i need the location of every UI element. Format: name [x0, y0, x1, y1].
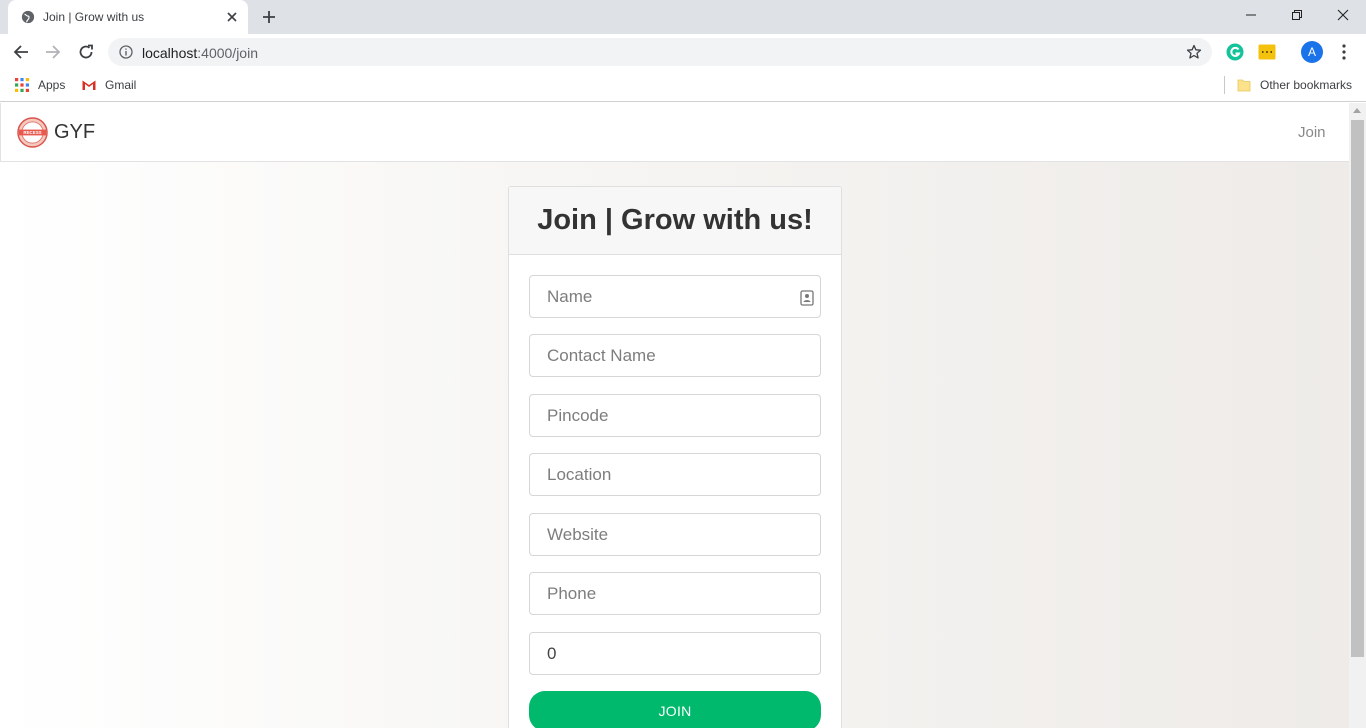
brand-name[interactable]: GYF — [54, 121, 95, 144]
address-bar[interactable]: localhost:4000/join — [108, 38, 1212, 66]
back-arrow-icon — [13, 45, 28, 59]
back-button[interactable] — [11, 42, 31, 62]
bookmark-apps[interactable]: Apps — [14, 77, 65, 93]
restore-button[interactable] — [1274, 0, 1320, 30]
new-tab-icon[interactable] — [261, 9, 277, 25]
card-header: Join | Grow with us! — [509, 187, 841, 255]
site-navbar: RECESS GYF Join — [0, 103, 1349, 162]
contact-card-icon[interactable] — [800, 290, 814, 306]
contact-name-input[interactable] — [529, 334, 821, 377]
url-path: :4000/join — [197, 45, 258, 61]
page-scrollbar[interactable] — [1349, 103, 1366, 728]
name-input[interactable] — [529, 275, 821, 318]
website-input[interactable] — [529, 513, 821, 556]
minimize-icon — [1246, 14, 1256, 16]
pincode-input[interactable] — [529, 394, 821, 437]
join-form-card: Join | Grow with us! JOIN — [508, 186, 842, 728]
number-input[interactable] — [529, 632, 821, 675]
bookmark-star-icon[interactable] — [1186, 44, 1202, 60]
svg-text:RECESS: RECESS — [23, 130, 41, 135]
nav-join-link[interactable]: Join — [1298, 124, 1326, 141]
page-title: Join | Grow with us! — [537, 204, 813, 236]
forward-button[interactable] — [43, 42, 63, 62]
close-tab-icon[interactable] — [225, 10, 239, 24]
restore-icon — [1292, 10, 1302, 20]
close-window-icon — [1337, 9, 1349, 21]
recess-logo-icon[interactable]: RECESS — [17, 117, 48, 148]
other-bookmarks-label: Other bookmarks — [1260, 78, 1353, 92]
bookmark-gmail[interactable]: Gmail — [81, 77, 136, 93]
url-text: localhost:4000/join — [142, 45, 258, 61]
site-info-icon[interactable] — [119, 45, 133, 59]
scroll-up-arrow-icon[interactable] — [1353, 108, 1361, 113]
globe-icon — [21, 10, 35, 24]
join-button[interactable]: JOIN — [529, 691, 821, 728]
notes-extension-icon[interactable] — [1258, 43, 1276, 61]
bookmarks-divider — [1224, 76, 1225, 94]
phone-input[interactable] — [529, 572, 821, 615]
tab-title: Join | Grow with us — [43, 10, 145, 24]
browser-tab[interactable]: Join | Grow with us — [8, 0, 248, 34]
gmail-icon — [82, 80, 96, 90]
grammarly-extension-icon[interactable] — [1226, 43, 1244, 61]
reload-button[interactable] — [76, 42, 96, 62]
tab-strip: Join | Grow with us — [0, 0, 1366, 34]
other-bookmarks[interactable]: Other bookmarks — [1236, 77, 1352, 93]
page-viewport: RECESS GYF Join Join | Grow with us! JOI… — [0, 103, 1349, 728]
chrome-menu-icon[interactable] — [1336, 43, 1352, 61]
location-input[interactable] — [529, 453, 821, 496]
minimize-button[interactable] — [1228, 0, 1274, 30]
bookmark-label: Gmail — [105, 78, 137, 92]
browser-toolbar: localhost:4000/join — [0, 34, 1366, 70]
profile-avatar[interactable]: A — [1301, 41, 1323, 63]
apps-grid-icon — [15, 78, 29, 92]
close-window-button[interactable] — [1320, 0, 1366, 30]
reload-icon — [79, 44, 93, 59]
bookmarks-bar: Apps Gmail Other bookmarks — [0, 70, 1366, 102]
bookmark-label: Apps — [38, 78, 66, 92]
url-host: localhost — [142, 45, 198, 61]
forward-arrow-icon — [46, 45, 61, 59]
folder-icon — [1237, 79, 1251, 92]
scrollbar-thumb[interactable] — [1351, 120, 1364, 657]
